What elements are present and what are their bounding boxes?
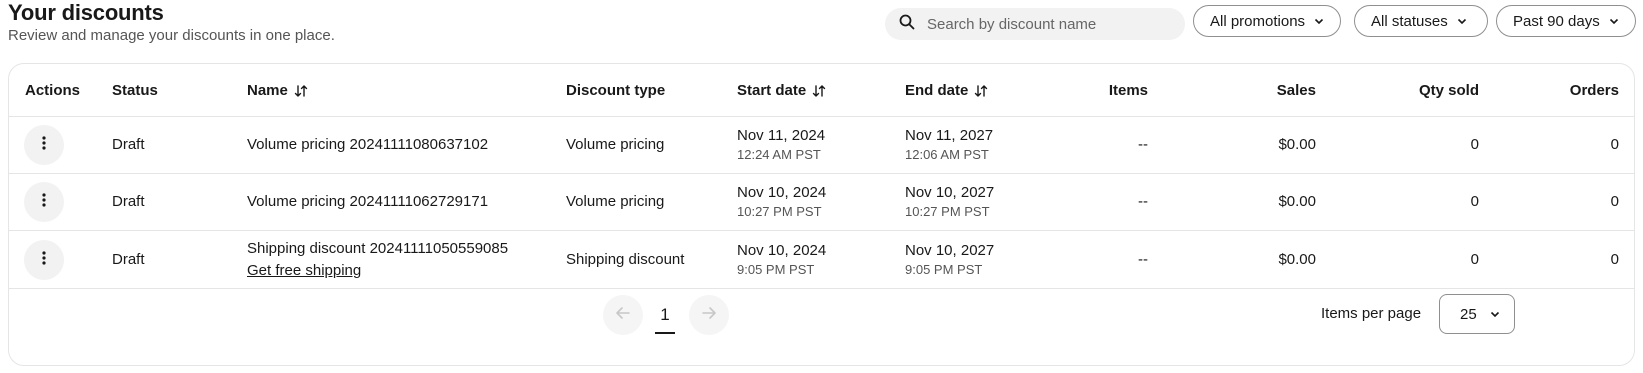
discount-name: Shipping discount 20241111050559085	[247, 240, 509, 257]
start-date: Nov 11, 2024	[737, 127, 826, 144]
more-actions-button[interactable]	[24, 240, 64, 280]
start-time: 10:27 PM PST	[737, 204, 822, 219]
status-cell: Draft	[112, 193, 145, 210]
column-header-sales: Sales	[1276, 82, 1316, 99]
end-date: Nov 10, 2027	[905, 184, 995, 201]
status-cell: Draft	[112, 136, 145, 153]
next-page-button[interactable]	[689, 295, 729, 335]
statuses-filter-button[interactable]: All statuses	[1354, 5, 1488, 37]
table-row: Draft Volume pricing 20241111062729171 V…	[9, 174, 1634, 231]
more-actions-button[interactable]	[24, 125, 64, 165]
search-input[interactable]	[927, 15, 1167, 33]
arrow-left-icon	[615, 305, 631, 326]
column-header-discount-type: Discount type	[566, 82, 666, 99]
start-date: Nov 10, 2024	[737, 184, 827, 201]
items-per-page-label: Items per page	[1321, 305, 1422, 322]
table-row: Draft Volume pricing 20241111080637102 V…	[9, 117, 1634, 174]
arrow-right-icon	[701, 305, 717, 326]
discount-type: Volume pricing	[566, 136, 665, 153]
current-page-indicator	[655, 332, 675, 334]
items-cell: --	[1138, 136, 1148, 153]
sort-icon[interactable]	[974, 84, 988, 98]
end-time: 12:06 AM PST	[905, 147, 989, 162]
discount-name: Volume pricing 20241111080637102	[247, 136, 489, 153]
orders-cell: 0	[1610, 193, 1619, 210]
items-per-page-value: 25	[1460, 305, 1477, 323]
start-time: 12:24 AM PST	[737, 147, 821, 162]
previous-page-button[interactable]	[603, 295, 643, 335]
column-header-actions: Actions	[25, 82, 81, 99]
table-row: Draft Shipping discount 2024111105055908…	[9, 231, 1634, 288]
column-header-status: Status	[112, 82, 158, 99]
orders-cell: 0	[1610, 251, 1619, 268]
discount-type: Volume pricing	[566, 193, 665, 210]
discounts-table: Actions Status Name Discount type Start …	[8, 63, 1635, 366]
promotions-filter-button[interactable]: All promotions	[1193, 5, 1341, 37]
sales-cell: $0.00	[1278, 136, 1316, 153]
sort-icon[interactable]	[294, 84, 308, 98]
promotions-filter-label: All promotions	[1210, 12, 1306, 30]
sort-icon[interactable]	[812, 84, 826, 98]
chevron-down-icon	[1456, 15, 1468, 27]
end-date: Nov 11, 2027	[905, 127, 994, 144]
items-cell: --	[1138, 193, 1148, 210]
statuses-filter-label: All statuses	[1371, 12, 1448, 30]
current-page-number[interactable]: 1	[654, 305, 676, 325]
more-actions-button[interactable]	[24, 182, 64, 222]
chevron-down-icon	[1608, 15, 1620, 27]
divider	[9, 288, 1634, 289]
column-header-orders: Orders	[1569, 82, 1619, 99]
chevron-down-icon	[1489, 308, 1501, 320]
start-time: 9:05 PM PST	[737, 262, 815, 277]
page-subtitle: Review and manage your discounts in one …	[8, 27, 335, 44]
orders-cell: 0	[1610, 136, 1619, 153]
qty-sold-cell: 0	[1470, 251, 1479, 268]
search-box[interactable]	[885, 8, 1185, 40]
date-range-filter-button[interactable]: Past 90 days	[1496, 5, 1636, 37]
sales-cell: $0.00	[1278, 193, 1316, 210]
status-cell: Draft	[112, 251, 145, 268]
qty-sold-cell: 0	[1470, 136, 1479, 153]
column-header-name[interactable]: Name	[247, 82, 308, 99]
end-time: 9:05 PM PST	[905, 262, 983, 277]
items-per-page-select[interactable]: 25	[1439, 294, 1515, 334]
chevron-down-icon	[1313, 15, 1325, 27]
column-header-qty-sold: Qty sold	[1418, 82, 1479, 99]
end-time: 10:27 PM PST	[905, 204, 990, 219]
more-vertical-icon	[42, 192, 46, 212]
search-icon	[899, 14, 915, 35]
column-header-start-date[interactable]: Start date	[737, 82, 826, 99]
discount-name: Volume pricing 20241111062729171	[247, 193, 489, 210]
items-cell: --	[1138, 251, 1148, 268]
page-title: Your discounts	[8, 0, 164, 25]
qty-sold-cell: 0	[1470, 193, 1479, 210]
discount-type: Shipping discount	[566, 251, 685, 268]
start-date: Nov 10, 2024	[737, 242, 827, 259]
column-header-end-date[interactable]: End date	[905, 82, 988, 99]
end-date: Nov 10, 2027	[905, 242, 995, 259]
date-range-filter-label: Past 90 days	[1513, 12, 1600, 30]
more-vertical-icon	[42, 135, 46, 155]
get-free-shipping-link[interactable]: Get free shipping	[247, 262, 361, 279]
more-vertical-icon	[42, 250, 46, 270]
sales-cell: $0.00	[1278, 251, 1316, 268]
column-header-items: Items	[1108, 82, 1148, 99]
